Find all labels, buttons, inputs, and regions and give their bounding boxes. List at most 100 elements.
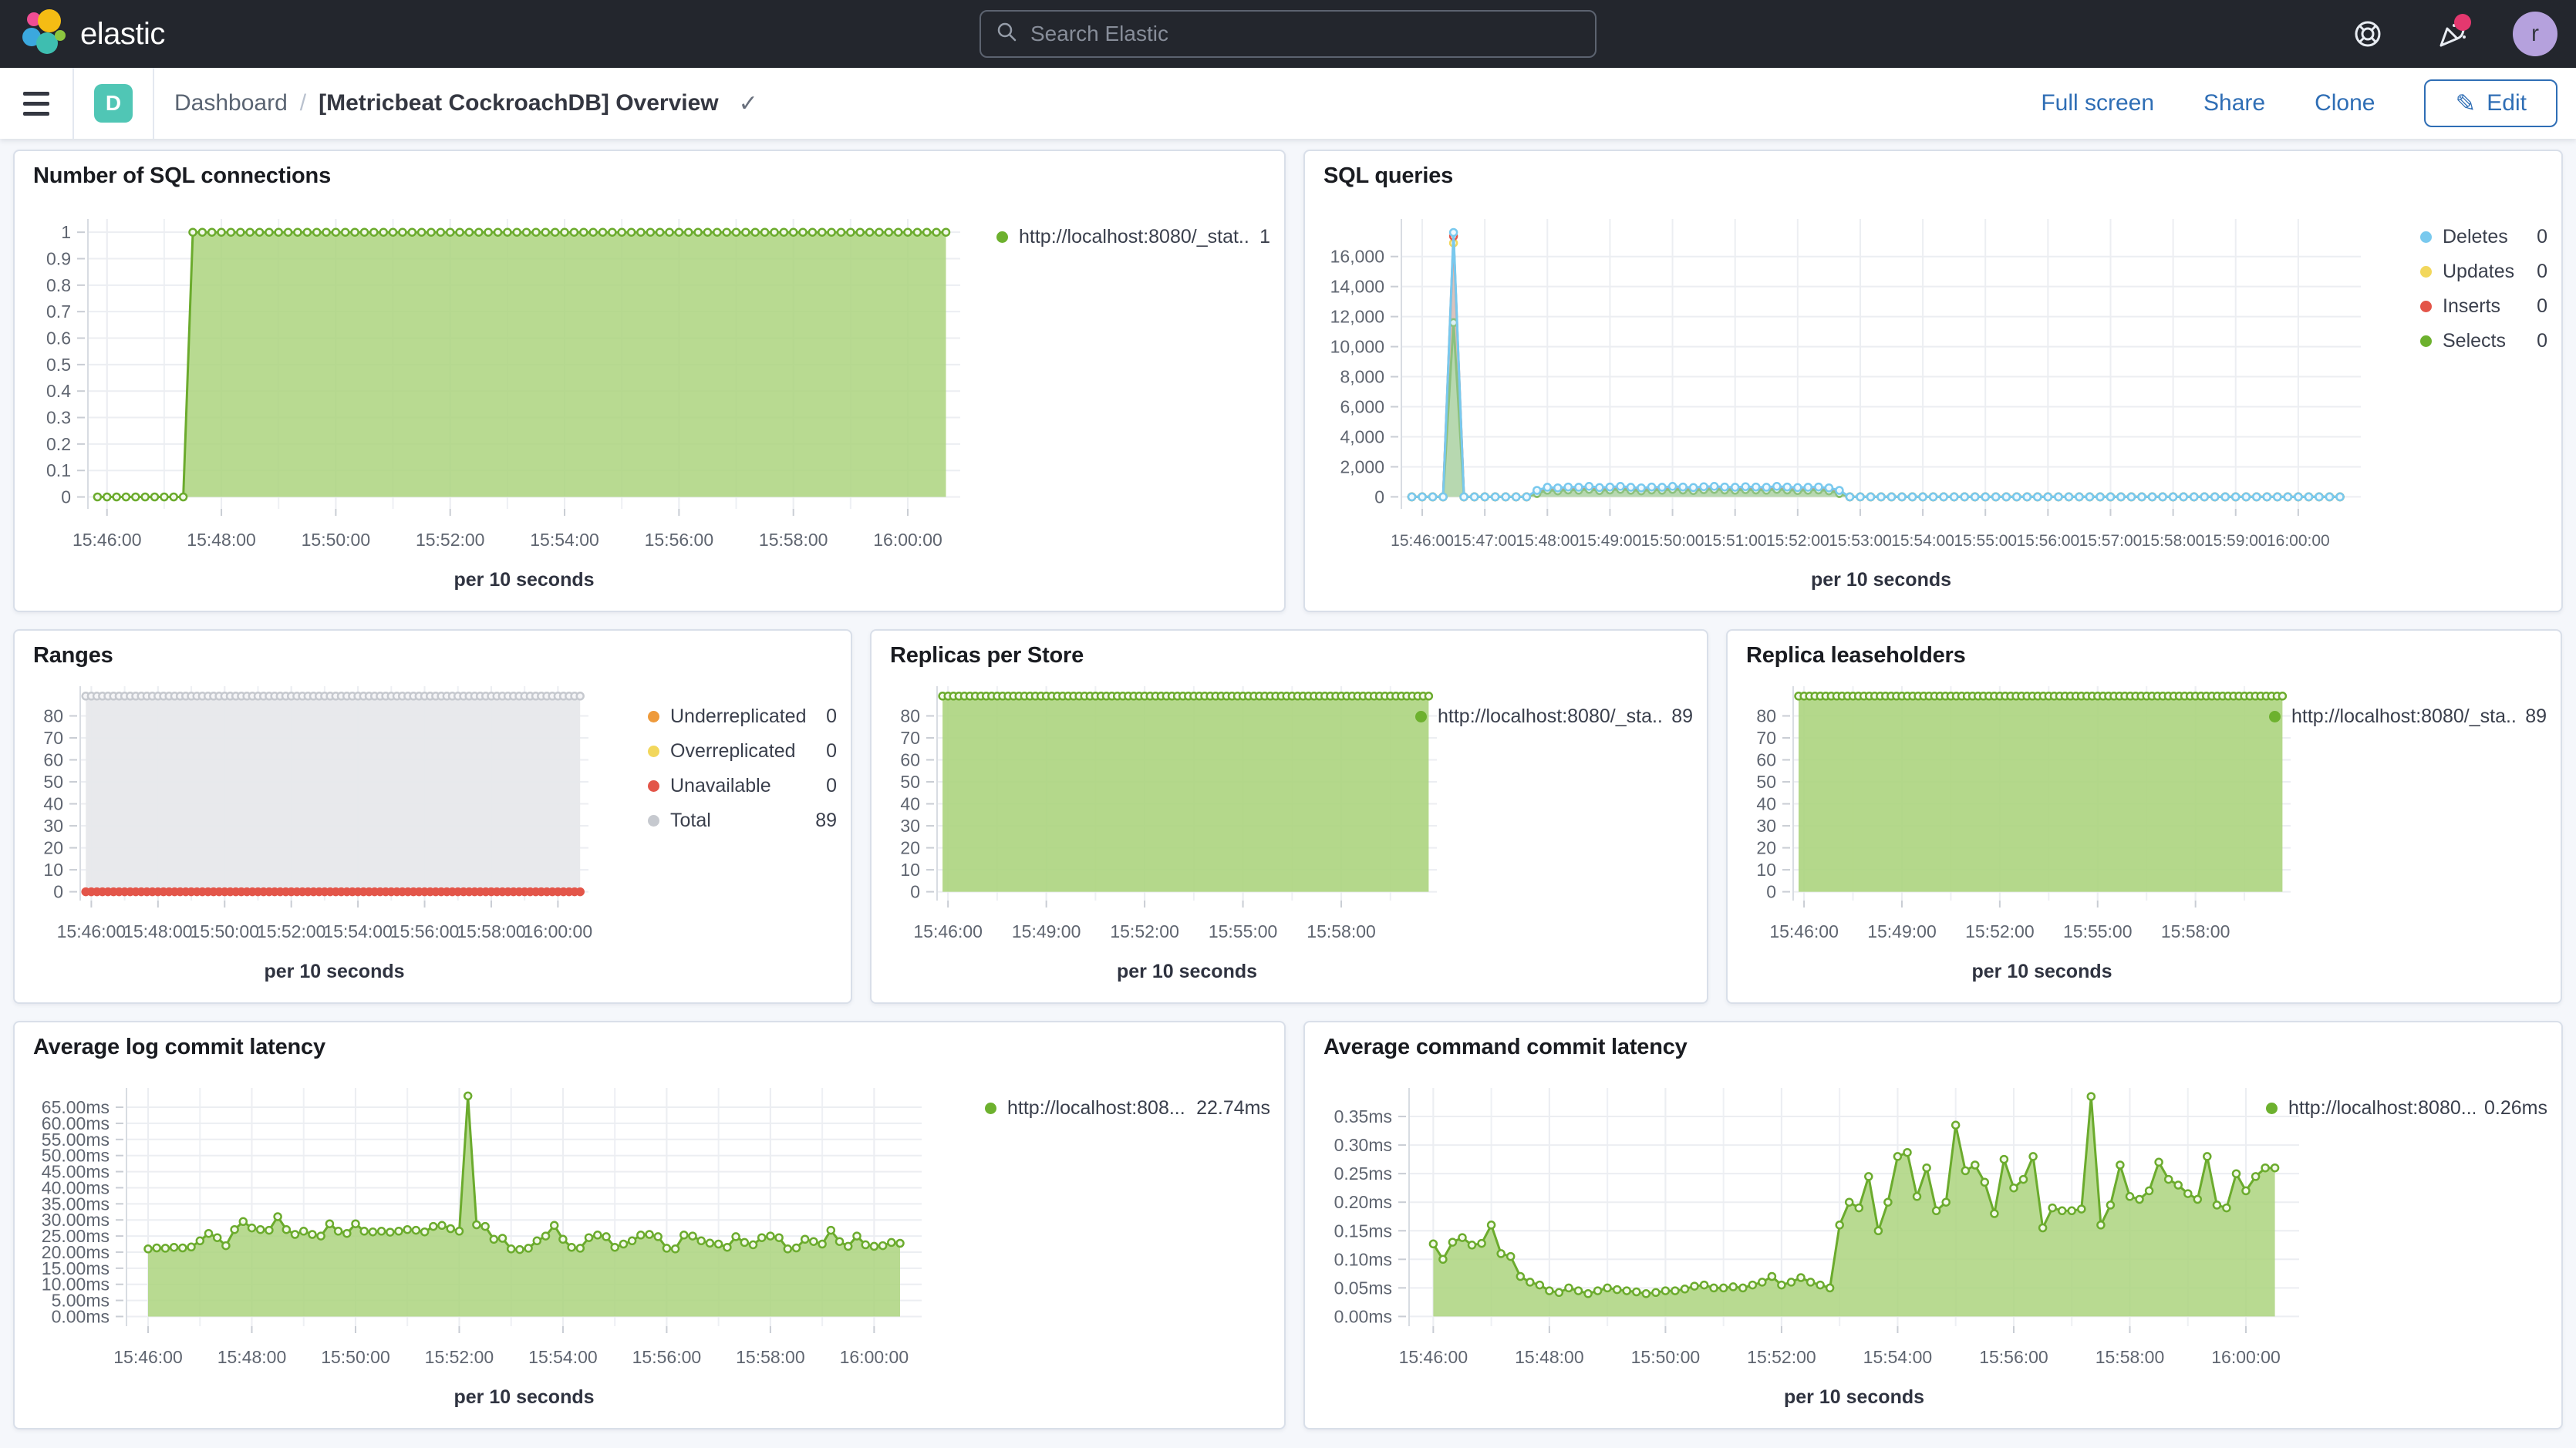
legend-series-label: http://localhost:8080/_sta... [1438,705,1662,728]
title-check-icon[interactable]: ✓ [739,90,758,117]
share-button[interactable]: Share [2203,90,2265,116]
svg-text:40: 40 [900,794,920,814]
legend-series-value: 0 [817,740,837,763]
panel-average-command-commit-latency: Average command commit latency 15:46:001… [1303,1021,2563,1429]
svg-text:15:48:00: 15:48:00 [187,530,256,550]
legend-series-value: 0 [2527,261,2547,283]
legend-series-value: 0 [817,775,837,797]
help-icon[interactable] [2346,12,2389,56]
legend-item[interactable]: Inserts 0 [2420,295,2547,318]
svg-text:15:50:00: 15:50:00 [1631,1347,1701,1367]
chart-canvas[interactable]: 15:46:0015:48:0015:50:0015:52:0015:54:00… [1305,1022,2561,1428]
chart-canvas[interactable]: 15:46:0015:49:0015:52:0015:55:0015:58:00… [872,631,1707,1002]
full-screen-button[interactable]: Full screen [2041,90,2154,116]
svg-text:70: 70 [900,728,920,748]
clone-button[interactable]: Clone [2315,90,2375,116]
search-input[interactable] [1030,22,1581,46]
svg-text:0.05ms: 0.05ms [1334,1278,1392,1298]
user-avatar[interactable]: r [2513,12,2557,56]
svg-text:15:55:00: 15:55:00 [1954,532,2017,550]
svg-text:80: 80 [1756,705,1776,726]
svg-text:80: 80 [900,705,920,726]
legend-series-value: 0.26ms [2475,1097,2547,1120]
svg-text:15:46:00: 15:46:00 [913,921,983,941]
svg-text:0.20ms: 0.20ms [1334,1192,1392,1212]
legend-series-dot [648,746,659,757]
chart-canvas[interactable]: 15:46:0015:48:0015:50:0015:52:0015:54:00… [15,151,1284,611]
svg-text:16:00:00: 16:00:00 [873,530,942,550]
svg-text:per 10 seconds: per 10 seconds [1784,1386,1924,1408]
panel-sql-queries: SQL queries 15:46:0015:47:0015:48:0015:4… [1303,150,2563,612]
svg-text:15:59:00: 15:59:00 [2204,532,2267,550]
svg-text:20: 20 [43,838,63,858]
legend-series-value: 0 [2527,226,2547,248]
top-nav: elastic [0,0,2576,68]
svg-text:15:53:00: 15:53:00 [1829,532,1892,550]
svg-text:15:54:00: 15:54:00 [1891,532,1954,550]
news-feed-icon[interactable] [2429,12,2473,56]
svg-text:30: 30 [43,816,63,836]
search-icon [995,20,1020,49]
legend-series-dot [2269,711,2281,722]
svg-text:0.5: 0.5 [46,355,71,375]
legend-series-dot [1415,711,1427,722]
legend-item[interactable]: Overreplicated 0 [648,740,837,763]
chart-canvas[interactable]: 15:46:0015:47:0015:48:0015:49:0015:50:00… [1305,151,2561,611]
chart-canvas[interactable]: 15:46:0015:48:0015:50:0015:52:0015:54:00… [15,1022,1284,1428]
chart-canvas[interactable]: 15:46:0015:49:0015:52:0015:55:0015:58:00… [1728,631,2561,1002]
legend-series-label: Overreplicated [670,740,796,763]
legend-series-value: 0 [2527,295,2547,318]
svg-text:15:50:00: 15:50:00 [321,1347,390,1367]
legend-item[interactable]: Total89 [648,810,837,832]
space-badge[interactable]: D [94,84,133,123]
svg-text:40: 40 [43,794,63,814]
svg-text:15:49:00: 15:49:00 [1579,532,1642,550]
legend-item[interactable]: Deletes0 [2420,226,2547,248]
legend-item[interactable]: Underreplicated0 [648,705,837,728]
svg-text:2,000: 2,000 [1340,456,1384,476]
menu-icon[interactable] [0,68,74,139]
svg-text:15:52:00: 15:52:00 [425,1347,494,1367]
svg-text:16,000: 16,000 [1330,247,1384,267]
svg-text:15:52:00: 15:52:00 [1965,921,2035,941]
brand-wordmark: elastic [80,17,165,52]
svg-text:per 10 seconds: per 10 seconds [1117,961,1257,982]
svg-text:15:54:00: 15:54:00 [323,921,393,941]
elastic-brand[interactable]: elastic [0,9,165,59]
legend-series-label: http://localhost:808... [1007,1097,1185,1120]
svg-text:15:58:00: 15:58:00 [457,921,526,941]
svg-text:0.8: 0.8 [46,275,71,295]
legend-item[interactable]: http://localhost:808...22.74ms [985,1097,1270,1120]
svg-text:0: 0 [910,882,920,902]
edit-button[interactable]: ✎ Edit [2424,79,2557,127]
svg-text:60: 60 [900,750,920,770]
legend-series-dot [648,815,659,827]
legend-item[interactable]: http://localhost:8080/_sta...89 [1415,705,1693,728]
svg-text:8,000: 8,000 [1340,367,1384,387]
legend-item[interactable]: http://localhost:8080/_stat...1 [996,226,1270,248]
svg-text:15:46:00: 15:46:00 [1769,921,1839,941]
legend-item[interactable]: Unavailable0 [648,775,837,797]
legend-series-dot [648,711,659,722]
svg-text:16:00:00: 16:00:00 [2267,532,2330,550]
legend-series-label: Inserts [2443,295,2500,318]
legend-series-value: 89 [1662,705,1693,728]
svg-text:30: 30 [1756,816,1776,836]
svg-text:15:46:00: 15:46:00 [113,1347,183,1367]
breadcrumb-dashboard-link[interactable]: Dashboard [174,90,288,116]
svg-text:15:56:00: 15:56:00 [632,1347,702,1367]
legend-item[interactable]: Updates0 [2420,261,2547,283]
global-search[interactable] [979,10,1597,58]
breadcrumb: Dashboard / [Metricbeat CockroachDB] Ove… [154,90,758,117]
legend-item[interactable]: http://localhost:8080...0.26ms [2266,1097,2547,1120]
chart-legend: http://localhost:8080/_sta...89 [2269,705,2547,728]
svg-text:15:46:00: 15:46:00 [1391,532,1454,550]
svg-text:1: 1 [61,222,71,242]
svg-text:0.10ms: 0.10ms [1334,1249,1392,1269]
svg-text:15:49:00: 15:49:00 [1012,921,1081,941]
svg-text:per 10 seconds: per 10 seconds [453,569,594,591]
legend-item[interactable]: Selects0 [2420,330,2547,352]
legend-item[interactable]: http://localhost:8080/_sta...89 [2269,705,2547,728]
svg-text:14,000: 14,000 [1330,277,1384,297]
svg-text:10,000: 10,000 [1330,337,1384,357]
